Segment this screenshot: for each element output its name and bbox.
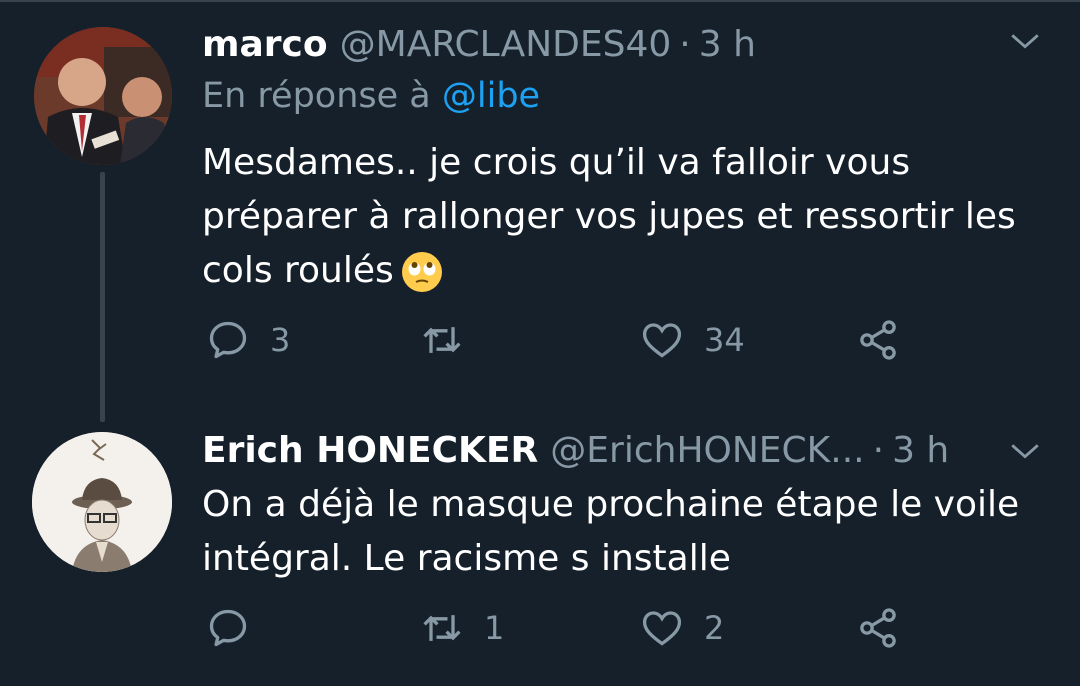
like-button[interactable]: 34 xyxy=(640,318,745,362)
reply-button[interactable] xyxy=(206,606,270,650)
timestamp[interactable]: 3 h xyxy=(892,430,949,471)
share-button[interactable] xyxy=(856,318,900,362)
like-count: 2 xyxy=(704,609,725,647)
reply-context: En réponse à @libe xyxy=(202,76,540,116)
reply-count: 3 xyxy=(270,321,291,359)
tweet-header: Erich HONECKER @ErichHONECK... · 3 h xyxy=(202,424,949,476)
tweet-actions: 1 2 xyxy=(0,606,1080,666)
rolling-eyes-emoji-icon xyxy=(401,252,442,292)
tweet-text: On a déjà le masque prochaine étape le v… xyxy=(202,478,1052,586)
avatar[interactable] xyxy=(34,27,172,165)
display-name[interactable]: marco xyxy=(202,24,328,65)
like-button[interactable]: 2 xyxy=(640,606,724,650)
tweet-text: Mesdames.. je crois qu’il va falloir vou… xyxy=(202,136,1052,298)
tweet-actions: 3 34 xyxy=(0,318,1080,378)
reply-icon xyxy=(209,609,247,647)
tweet-body: Mesdames.. je crois qu’il va falloir vou… xyxy=(202,142,1016,291)
separator-dot: · xyxy=(679,23,691,65)
tweet-body: On a déjà le masque prochaine étape le v… xyxy=(202,484,1020,579)
reply-prefix: En réponse à xyxy=(202,76,431,116)
share-icon xyxy=(860,320,896,360)
timestamp[interactable]: 3 h xyxy=(699,24,756,65)
share-icon xyxy=(860,608,896,648)
chevron-down-icon[interactable] xyxy=(1008,434,1042,468)
like-icon xyxy=(642,323,682,358)
retweet-button[interactable]: 1 xyxy=(420,606,504,650)
tweet-header: marco @MARCLANDES40 · 3 h xyxy=(202,18,756,70)
retweet-icon xyxy=(423,327,461,353)
share-button[interactable] xyxy=(856,606,900,650)
display-name[interactable]: Erich HONECKER xyxy=(202,430,538,471)
retweet-button[interactable] xyxy=(420,318,484,362)
user-handle[interactable]: @ErichHONECK... xyxy=(550,430,864,471)
reply-mention-link[interactable]: @libe xyxy=(442,76,540,116)
separator-dot: · xyxy=(872,429,885,471)
tweet[interactable]: marco @MARCLANDES40 · 3 h En réponse à @… xyxy=(0,0,1080,400)
like-icon xyxy=(642,611,682,646)
user-handle[interactable]: @MARCLANDES40 xyxy=(340,24,672,65)
retweet-count: 1 xyxy=(484,609,505,647)
chevron-down-icon[interactable] xyxy=(1008,24,1042,58)
reply-icon xyxy=(209,321,247,359)
retweet-icon xyxy=(423,615,461,641)
avatar[interactable] xyxy=(32,432,172,572)
like-count: 34 xyxy=(704,321,745,359)
reply-button[interactable]: 3 xyxy=(206,318,290,362)
